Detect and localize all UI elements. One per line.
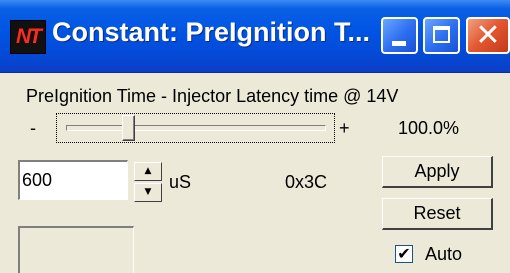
close-icon: ✕ — [475, 18, 501, 53]
apply-button[interactable]: Apply — [382, 156, 493, 188]
value-input[interactable]: 600 — [18, 160, 128, 200]
slider-thumb[interactable] — [122, 115, 135, 141]
title-bar[interactable]: NT Constant: PreIgnition T... ✕ — [0, 0, 510, 73]
reset-button[interactable]: Reset — [382, 198, 493, 230]
spin-up-button[interactable]: ▲ — [134, 162, 162, 181]
auto-label: Auto — [425, 244, 463, 264]
maximize-icon — [433, 26, 450, 43]
nt-app-icon[interactable]: NT — [10, 20, 46, 54]
minimize-icon — [392, 41, 406, 46]
checkmark-icon: ✔ — [397, 244, 411, 263]
maximize-button[interactable] — [423, 17, 460, 54]
spin-down-button[interactable]: ▼ — [134, 183, 162, 202]
unit-label: uS — [169, 172, 192, 192]
slider-track[interactable] — [66, 125, 326, 131]
auto-checkbox[interactable]: ✔ — [395, 245, 413, 263]
constant-label: PreIgnition Time - Injector Latency time… — [26, 86, 399, 106]
arrow-down-icon: ▼ — [144, 187, 152, 197]
window-title: Constant: PreIgnition T... — [52, 17, 370, 47]
slider-max-label: + — [339, 118, 350, 138]
arrow-up-icon: ▲ — [144, 166, 152, 176]
empty-display-field — [18, 226, 134, 273]
close-button[interactable]: ✕ — [466, 17, 510, 54]
slider-min-label: - — [30, 118, 36, 138]
app-icon-text: NT — [16, 25, 42, 48]
hex-value: 0x3C — [285, 172, 328, 192]
percent-value: 100.0% — [398, 118, 460, 138]
minimize-button[interactable] — [381, 17, 418, 54]
